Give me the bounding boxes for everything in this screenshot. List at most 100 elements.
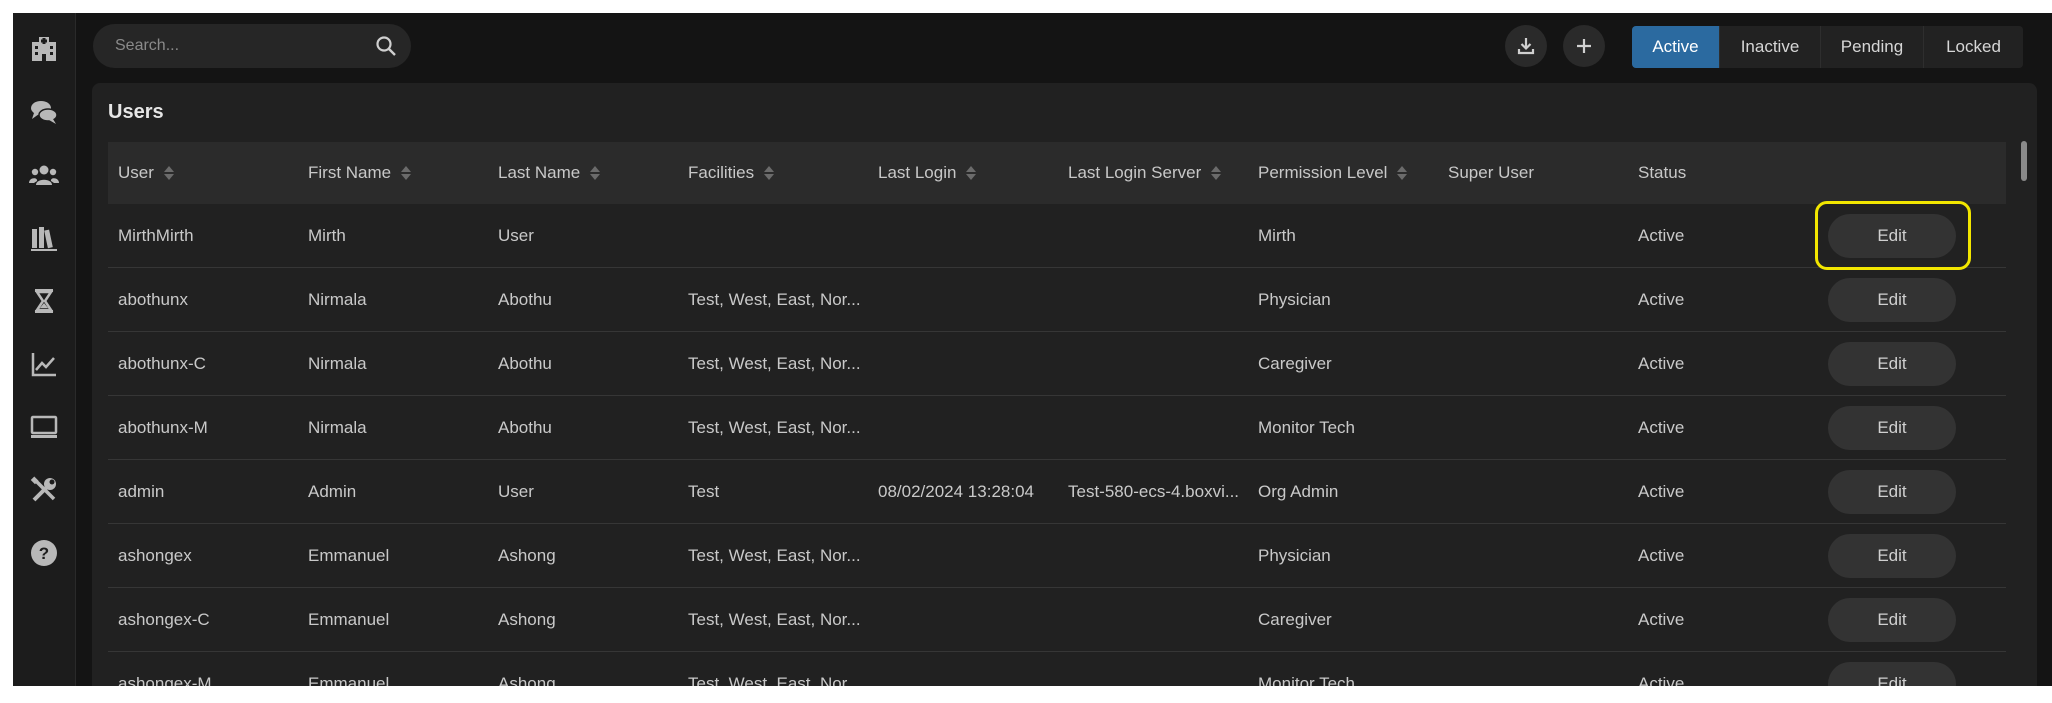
users-panel: Users User First Name Last Name Faciliti…: [92, 83, 2037, 686]
cell-status: Active: [1638, 545, 1685, 565]
status-filter-tabs: Active Inactive Pending Locked: [1632, 26, 2023, 68]
cell-status: Active: [1638, 417, 1685, 437]
cell-first-name: Nirmala: [308, 417, 367, 437]
column-header-last-login-server[interactable]: Last Login Server: [1068, 142, 1222, 204]
column-header-user[interactable]: User: [118, 142, 174, 204]
table-row: abothunx Nirmala Abothu Test, West, East, N…: [108, 268, 2006, 332]
edit-button[interactable]: Edit: [1828, 662, 1956, 686]
cell-first-name: Emmanuel: [308, 673, 390, 687]
sort-icon: [163, 166, 174, 180]
cell-facilities: Test, West, East, Nor...: [688, 609, 861, 629]
edit-button[interactable]: Edit: [1828, 342, 1956, 386]
edit-button[interactable]: Edit: [1828, 534, 1956, 578]
column-header-super-user: Super User: [1448, 142, 1534, 204]
cell-last-name: User: [498, 225, 534, 245]
cell-first-name: Admin: [308, 481, 357, 501]
cell-status: Active: [1638, 481, 1685, 501]
sidebar: ?: [13, 13, 76, 686]
cell-user: abothunx-M: [118, 417, 208, 437]
cell-status: Active: [1638, 353, 1685, 373]
edit-button[interactable]: Edit: [1828, 278, 1956, 322]
table-row: admin Admin User Test 08/02/2024 13:28:04 Tes…: [108, 460, 2006, 524]
plus-icon: [1577, 39, 1591, 53]
cell-facilities: Test, West, East, Nor...: [688, 673, 861, 687]
column-header-last-name[interactable]: Last Name: [498, 142, 601, 204]
users-icon[interactable]: [28, 159, 60, 191]
app-window: ? Active Inactive Pending Locked Users U…: [13, 13, 2052, 686]
table-row: abothunx-C Nirmala Abothu Test, West, East,…: [108, 332, 2006, 396]
cell-first-name: Emmanuel: [308, 609, 390, 629]
cell-last-login-server: Test-580-ecs-4.boxvi...: [1068, 481, 1240, 501]
cell-first-name: Mirth: [308, 225, 346, 245]
cell-permission-level: Physician: [1258, 545, 1331, 565]
cell-last-name: Ashong: [498, 609, 556, 629]
search-box: [93, 24, 411, 68]
table-row: MirthMirth Mirth User Mirth Active Edit: [108, 201, 2006, 270]
download-button[interactable]: [1505, 25, 1547, 67]
table-row: ashongex-C Emmanuel Ashong Test, West, East…: [108, 588, 2006, 652]
cell-permission-level: Monitor Tech: [1258, 417, 1356, 437]
sort-icon: [401, 166, 412, 180]
sort-icon: [1397, 166, 1408, 180]
cell-status: Active: [1638, 225, 1685, 245]
table-row: abothunx-M Nirmala Abothu Test, West, East,…: [108, 396, 2006, 460]
cell-user: ashongex-C: [118, 609, 210, 629]
column-label: Super User: [1448, 163, 1534, 182]
column-header-last-login[interactable]: Last Login: [878, 142, 977, 204]
cell-facilities: Test: [688, 481, 720, 501]
add-user-button[interactable]: [1563, 25, 1605, 67]
column-header-facilities[interactable]: Facilities: [688, 142, 775, 204]
cell-user: ashongex: [118, 545, 192, 565]
cell-last-name: Abothu: [498, 353, 552, 373]
cell-first-name: Nirmala: [308, 289, 367, 309]
tab-active[interactable]: Active: [1632, 26, 1720, 68]
chat-icon[interactable]: [28, 96, 60, 128]
column-header-permission-level[interactable]: Permission Level: [1258, 142, 1408, 204]
cell-user: MirthMirth: [118, 225, 194, 245]
cell-facilities: Test, West, East, Nor...: [688, 289, 861, 309]
cell-last-name: Ashong: [498, 545, 556, 565]
download-icon: [1517, 38, 1535, 55]
table-header: User First Name Last Name Facilities Las…: [108, 142, 2006, 204]
cell-last-name: User: [498, 481, 534, 501]
cell-user: ashongex-M: [118, 673, 212, 687]
search-input[interactable]: [93, 24, 375, 68]
edit-button[interactable]: Edit: [1828, 598, 1956, 642]
cell-facilities: Test, West, East, Nor...: [688, 353, 861, 373]
table-scrollbar[interactable]: [2021, 141, 2027, 181]
tab-locked[interactable]: Locked: [1924, 26, 2023, 68]
cell-permission-level: Caregiver: [1258, 609, 1332, 629]
cell-last-login: 08/02/2024 13:28:04: [878, 481, 1034, 501]
hospital-icon[interactable]: [28, 33, 60, 65]
chart-line-icon[interactable]: [28, 348, 60, 380]
help-icon[interactable]: ?: [28, 537, 60, 569]
cell-first-name: Emmanuel: [308, 545, 390, 565]
cell-permission-level: Caregiver: [1258, 353, 1332, 373]
column-label: Facilities: [688, 163, 755, 182]
column-label: Last Login: [878, 163, 957, 182]
edit-button[interactable]: Edit: [1828, 214, 1956, 258]
edit-button[interactable]: Edit: [1828, 470, 1956, 514]
cell-user: admin: [118, 481, 165, 501]
column-header-first-name[interactable]: First Name: [308, 142, 412, 204]
sort-icon: [966, 166, 977, 180]
table-row: ashongex-M Emmanuel Ashong Test, West, East…: [108, 652, 2006, 686]
column-label: Last Name: [498, 163, 581, 182]
edit-button[interactable]: Edit: [1828, 406, 1956, 450]
monitor-icon[interactable]: [28, 411, 60, 443]
cell-user: abothunx: [118, 289, 188, 309]
cell-last-name: Abothu: [498, 417, 552, 437]
hourglass-icon[interactable]: [28, 285, 60, 317]
cell-permission-level: Org Admin: [1258, 481, 1339, 501]
search-icon[interactable]: [375, 35, 397, 57]
library-icon[interactable]: [28, 222, 60, 254]
tab-inactive[interactable]: Inactive: [1720, 26, 1821, 68]
svg-text:?: ?: [39, 544, 49, 563]
sort-icon: [1211, 166, 1222, 180]
column-label: First Name: [308, 163, 392, 182]
column-label: Permission Level: [1258, 163, 1388, 182]
tab-pending[interactable]: Pending: [1821, 26, 1924, 68]
table-row: ashongex Emmanuel Ashong Test, West, East, …: [108, 524, 2006, 588]
tools-icon[interactable]: [28, 474, 60, 506]
cell-last-name: Ashong: [498, 673, 556, 687]
